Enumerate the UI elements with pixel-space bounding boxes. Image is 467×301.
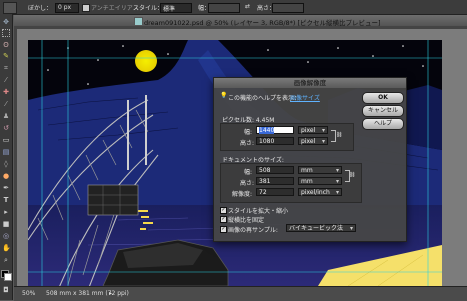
feather-label: ぼかし： (28, 5, 53, 12)
pixel-height-unit-select[interactable]: pixel (298, 137, 328, 146)
doc-height-label: 高さ: (240, 180, 255, 187)
tools-panel: ✥ ʘ ✎ ⌗ ⁄ ✚ ⁄ ♟ ↺ ▭ ▤ ◊ ● ✒ T ▸ ■ ◎ ✋ ⌕ … (0, 14, 13, 300)
move-tool-icon[interactable]: ✥ (2, 18, 10, 26)
doc-height-input[interactable]: 381 (256, 177, 294, 185)
feather-value: 0 px (58, 4, 72, 11)
crop-tool-icon[interactable]: ⌗ (2, 64, 10, 72)
quick-mask-icon[interactable]: ◘ (2, 286, 10, 294)
lasso-tool-icon[interactable]: ʘ (2, 41, 10, 49)
constrain-proportions-checkbox[interactable]: ✓ (220, 216, 227, 223)
eyedropper-icon[interactable]: ⁄ (2, 76, 10, 84)
image-size-dialog: 画像解像度 💡 この機能のヘルプを表示： 画像サイズ OK キャンセル ヘルプ … (213, 77, 407, 242)
pixel-width-input[interactable]: 1440 (256, 126, 294, 134)
document-icon (134, 17, 143, 26)
quick-select-icon[interactable]: ✎ (2, 52, 10, 60)
history-brush-icon[interactable]: ↺ (2, 124, 10, 132)
resample-label: 画像の再サンプル: (228, 227, 278, 234)
background-color-swatch[interactable] (4, 273, 12, 281)
resolution-input[interactable]: 72 (256, 188, 294, 196)
resolution-unit-select[interactable]: pixel/inch (298, 188, 342, 197)
path-select-icon[interactable]: ▸ (2, 208, 10, 216)
zoom-level[interactable]: 50% (22, 290, 35, 297)
resolution-label: 解像度: (232, 191, 253, 198)
doc-width-input[interactable]: 508 (256, 166, 294, 174)
pixel-height-label: 高さ: (240, 140, 255, 147)
dodge-tool-icon[interactable]: ● (2, 172, 10, 180)
scale-styles-label: スタイルを拡大・縮小 (228, 208, 289, 215)
pixel-width-unit-select[interactable]: pixel (298, 126, 328, 135)
doc-width-unit-select[interactable]: mm (298, 166, 342, 175)
blur-tool-icon[interactable]: ◊ (2, 160, 10, 168)
document-info[interactable]: 508 mm x 381 mm (72 ppi) (46, 290, 129, 297)
style-value: 標準 (163, 6, 176, 13)
gradient-tool-icon[interactable]: ▤ (2, 148, 10, 156)
type-tool-icon[interactable]: T (2, 196, 10, 204)
clone-stamp-icon[interactable]: ♟ (2, 112, 10, 120)
doc-height-unit-select[interactable]: mm (298, 177, 342, 186)
healing-brush-icon[interactable]: ✚ (2, 88, 10, 96)
pixel-link-icon: ⛓ (336, 132, 343, 138)
antialias-label: アンチエイリアス (91, 5, 139, 12)
resample-method-select[interactable]: バイキュービック法 (286, 224, 356, 233)
style-select[interactable]: 標準 (160, 3, 192, 13)
width-field[interactable] (208, 3, 240, 13)
scale-styles-checkbox[interactable]: ✓ (220, 207, 227, 214)
hand-tool-icon[interactable]: ✋ (2, 244, 11, 252)
options-bar: ぼかし： 0 px アンチエイリアス スタイル： 標準 幅： ⇄ 高さ： (0, 0, 467, 15)
doc-width-label: 幅: (244, 169, 253, 176)
height-field[interactable] (272, 3, 304, 13)
zoom-tool-icon[interactable]: ⌕ (2, 256, 10, 264)
brush-tool-icon[interactable]: ⁄ (2, 100, 10, 108)
doc-link-icon: ⛓ (349, 172, 356, 178)
feather-field[interactable]: 0 px (55, 3, 79, 13)
resample-checkbox[interactable]: ✓ (220, 226, 227, 233)
pixel-height-input[interactable]: 1080 (256, 137, 294, 145)
style-label: スタイル： (133, 5, 164, 12)
tool-preset-picker[interactable] (3, 2, 17, 14)
lightbulb-icon: 💡 (220, 92, 228, 99)
vertical-ruler (14, 26, 17, 286)
status-menu-icon[interactable]: ▸ (109, 290, 112, 297)
eraser-icon[interactable]: ▭ (2, 136, 10, 144)
dialog-title[interactable]: 画像解像度 (214, 78, 406, 88)
marquee-tool-icon[interactable] (2, 29, 10, 37)
constrain-proportions-label: 縦横比を固定 (228, 217, 265, 224)
antialias-checkbox[interactable] (82, 4, 90, 12)
pixel-width-value: 1440 (259, 127, 275, 134)
ok-button[interactable]: OK (362, 92, 404, 104)
cancel-button[interactable]: キャンセル (362, 105, 404, 117)
horizontal-ruler (14, 26, 467, 29)
help-link[interactable]: 画像サイズ (290, 93, 320, 102)
help-button[interactable]: ヘルプ (362, 118, 404, 130)
status-bar: 50% 508 mm x 381 mm (72 ppi) ▸ (14, 286, 467, 301)
3d-rotate-icon[interactable]: ◎ (2, 232, 10, 240)
swap-icon[interactable]: ⇄ (245, 3, 250, 10)
pen-tool-icon[interactable]: ✒ (2, 184, 10, 192)
moon (135, 50, 157, 72)
pixel-width-label: 幅: (244, 129, 253, 136)
shape-tool-icon[interactable]: ■ (2, 220, 10, 228)
